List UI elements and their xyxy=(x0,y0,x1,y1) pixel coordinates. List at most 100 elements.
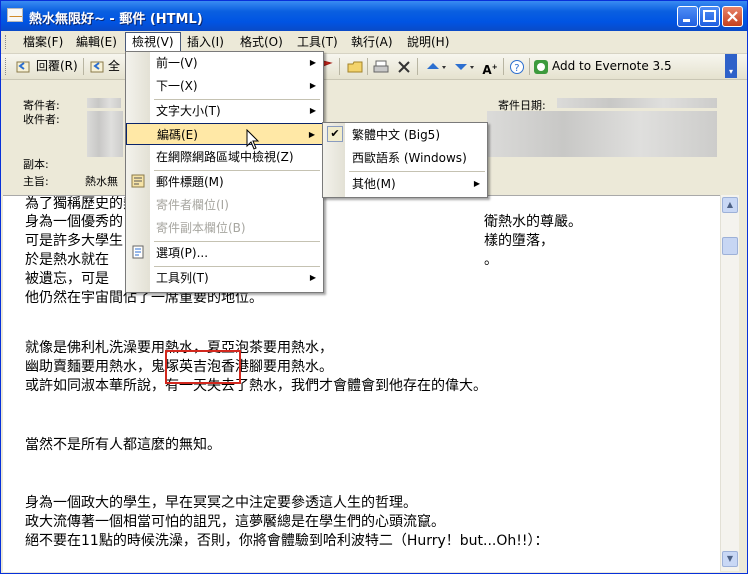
toolbar-separator xyxy=(529,58,530,75)
vertical-scrollbar[interactable]: ▲ ▼ xyxy=(720,195,739,571)
body-line: 當然不是所有人都這麼的無知。 xyxy=(25,437,221,453)
view-menu-internet-zone[interactable]: 在網際網路區域中檢視(Z) xyxy=(126,146,323,168)
toolbar-separator xyxy=(339,58,340,75)
mail-icon xyxy=(7,8,23,22)
menu-item-label: 文字大小(T) xyxy=(156,104,221,118)
menu-item-label: 寄件副本欄位(B) xyxy=(156,221,246,235)
previous-item-icon[interactable] xyxy=(425,59,446,75)
reply-all-button[interactable]: 全 xyxy=(108,57,120,76)
toolbar-separator xyxy=(503,58,504,75)
menubar-grip[interactable] xyxy=(5,35,9,49)
scroll-thumb[interactable] xyxy=(722,237,738,255)
subject-label: 主旨: xyxy=(23,175,49,188)
view-menu-previous[interactable]: 前一(V) ▶ xyxy=(126,52,323,74)
outlook-message-window: 熱水無限好~ - 郵件 (HTML) 檔案(F) 編輯(E) 檢視(V) 插入(… xyxy=(0,0,748,574)
delete-icon[interactable] xyxy=(396,59,412,75)
scroll-down-button[interactable]: ▼ xyxy=(722,551,738,567)
options-icon xyxy=(131,245,145,259)
body-line: 身為一個政大的學生，早在冥冥之中注定要參透這人生的哲理。 xyxy=(25,495,417,511)
window-title: 熱水無限好~ - 郵件 (HTML) xyxy=(29,12,203,27)
toolbar-separator xyxy=(417,58,418,75)
next-item-icon[interactable] xyxy=(453,59,474,75)
submenu-arrow-icon: ▶ xyxy=(309,58,316,67)
add-to-evernote-button[interactable]: Add to Evernote 3.5 xyxy=(552,57,672,76)
to-value-redacted-right xyxy=(487,111,717,157)
menu-item-label: 前一(V) xyxy=(156,56,198,70)
menu-item-label: 在網際網路區域中檢視(Z) xyxy=(156,150,294,164)
toolbar-overflow-chevron-icon[interactable]: ▾ xyxy=(725,54,737,78)
menu-file[interactable]: 檔案(F) xyxy=(17,33,69,51)
evernote-icon xyxy=(533,59,549,75)
menu-insert[interactable]: 插入(I) xyxy=(181,33,230,51)
close-button[interactable] xyxy=(722,6,743,27)
toolbar-grip[interactable] xyxy=(5,58,9,75)
body-line: 或許如同淑本華所說，有一天失去了熱水，我們才會體會到他存在的偉大。 xyxy=(25,378,487,394)
font-size-icon[interactable]: A+ xyxy=(482,59,498,77)
view-menu-text-size[interactable]: 文字大小(T) ▶ xyxy=(126,100,323,122)
body-fragment: 。 xyxy=(484,252,498,268)
checkmark-icon: ✔ xyxy=(327,126,343,142)
encoding-submenu: ✔ 繁體中文 (Big5) 西歐語系 (Windows) 其他(M) ▶ xyxy=(322,122,488,198)
print-icon[interactable] xyxy=(373,59,389,75)
from-value-redacted xyxy=(87,98,121,108)
to-label: 收件者: xyxy=(23,113,60,126)
message-body[interactable]: 為了獨稱歷史的熱水 身為一個優秀的 可是許多大學生 於是熱水就在 被遺忘，可是 … xyxy=(3,195,720,572)
view-menu-options[interactable]: 選項(P)... xyxy=(126,242,323,264)
menu-edit[interactable]: 編輯(E) xyxy=(70,33,123,51)
menu-item-label: 西歐語系 (Windows) xyxy=(352,151,467,165)
menu-item-label: 工具列(T) xyxy=(156,271,209,285)
minimize-icon xyxy=(683,19,690,22)
menu-bar: 檔案(F) 編輯(E) 檢視(V) 插入(I) 格式(O) 工具(T) 執行(A… xyxy=(1,31,747,54)
submenu-arrow-icon: ▶ xyxy=(473,179,480,188)
view-menu-bcc-field[interactable]: 寄件副本欄位(B) xyxy=(126,217,323,239)
title-bar[interactable]: 熱水無限好~ - 郵件 (HTML) xyxy=(1,1,747,31)
close-icon xyxy=(727,11,738,22)
maximize-icon xyxy=(703,10,716,22)
toolbar-separator xyxy=(83,58,84,75)
reply-button[interactable]: 回覆(R) xyxy=(36,57,78,76)
move-to-folder-icon[interactable] xyxy=(347,59,363,75)
body-line: 可是許多大學生 xyxy=(25,233,123,249)
menu-item-label: 寄件者欄位(I) xyxy=(156,198,229,212)
menu-format[interactable]: 格式(O) xyxy=(234,33,289,51)
scroll-up-button[interactable]: ▲ xyxy=(722,197,738,213)
body-line: 政大流傳著一個相當可怕的詛咒，這夢饜總是在學生們的心頭流竄。 xyxy=(25,514,445,530)
view-menu-next[interactable]: 下一(X) ▶ xyxy=(126,75,323,97)
submenu-arrow-icon: ▶ xyxy=(308,130,315,139)
menu-tools[interactable]: 工具(T) xyxy=(291,33,344,51)
view-menu-encoding[interactable]: 編碼(E) ▶ xyxy=(126,123,323,145)
menu-separator xyxy=(349,171,485,172)
mouse-cursor-icon xyxy=(246,129,260,150)
maximize-button[interactable] xyxy=(699,6,720,27)
body-line: 於是熱水就在 xyxy=(25,252,109,268)
help-icon[interactable]: ? xyxy=(509,59,525,75)
view-menu-dropdown: 前一(V) ▶ 下一(X) ▶ 文字大小(T) ▶ 編碼(E) ▶ 在網際網路區… xyxy=(125,51,324,293)
encoding-other[interactable]: 其他(M) ▶ xyxy=(323,173,487,195)
date-label: 寄件日期: xyxy=(498,99,546,112)
reply-icon xyxy=(15,59,31,75)
menu-item-label: 下一(X) xyxy=(156,79,198,93)
menu-item-label: 其他(M) xyxy=(352,177,396,191)
encoding-big5[interactable]: ✔ 繁體中文 (Big5) xyxy=(323,124,487,146)
view-menu-message-header[interactable]: 郵件標題(M) xyxy=(126,171,323,193)
view-menu-toolbars[interactable]: 工具列(T) ▶ xyxy=(126,267,323,289)
body-line: 絕不要在11點的時候洗澡，否則，你將會體驗到哈利波特二（Hurry！but...… xyxy=(25,533,549,549)
encoding-western-windows[interactable]: 西歐語系 (Windows) xyxy=(323,147,487,169)
body-line: 身為一個優秀的 xyxy=(25,214,123,230)
view-menu-from-field[interactable]: 寄件者欄位(I) xyxy=(126,194,323,216)
standard-toolbar: 回覆(R) 全 A+ ? Add to Evernote 3.5 ▾ xyxy=(1,54,747,80)
svg-text:?: ? xyxy=(514,63,519,74)
menu-view[interactable]: 檢視(V) xyxy=(125,32,181,53)
to-value-redacted xyxy=(87,111,123,157)
body-fragment: 樣的墮落， xyxy=(484,233,554,249)
cc-label: 副本: xyxy=(23,158,49,171)
menu-help[interactable]: 說明(H) xyxy=(401,33,455,51)
menu-item-label: 繁體中文 (Big5) xyxy=(352,128,440,142)
date-value-redacted xyxy=(557,98,717,108)
minimize-button[interactable] xyxy=(677,6,698,27)
submenu-arrow-icon: ▶ xyxy=(309,81,316,90)
subject-value: 熱水無 xyxy=(85,175,118,188)
menu-item-label: 郵件標題(M) xyxy=(156,175,224,189)
menu-actions[interactable]: 執行(A) xyxy=(345,33,399,51)
body-fragment: 衛熱水的尊嚴。 xyxy=(484,214,582,230)
